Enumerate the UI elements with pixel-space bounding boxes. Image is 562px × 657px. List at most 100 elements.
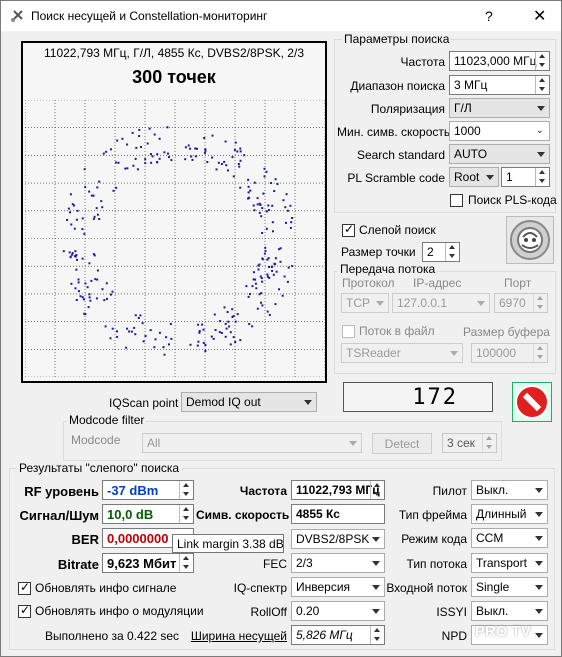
pilot-label: Пилот [432,484,467,498]
constellation-point [149,329,152,332]
constellation-point [261,280,264,283]
constellation-point [285,193,288,196]
buffer-spinner[interactable] [533,344,546,362]
constellation-point [167,152,169,155]
constellation-point [81,296,84,299]
modulation-select[interactable]: DVBS2/8PSK [291,529,385,549]
constellation-point [126,327,129,330]
constellation-point [252,204,255,207]
constellation-point [226,311,229,313]
pls-mode-select[interactable]: Root [449,167,499,187]
timer-input[interactable]: 3 сек [442,433,497,453]
constellation-point [233,148,236,151]
constellation-point [279,247,282,250]
constellation-point [81,257,84,260]
port-spinner[interactable] [533,294,546,312]
constellation-point [196,344,199,347]
constellation-point [247,295,250,298]
ip-select[interactable]: 127.0.0.1 [392,293,490,313]
update-mod-checkbox[interactable] [18,603,31,618]
pilot-select[interactable]: Выкл. [471,480,548,500]
pls-spinner[interactable] [535,168,548,186]
close-button[interactable]: ✕ [533,6,546,26]
constellation-point [70,223,73,226]
constellation-point [158,157,161,160]
constellation-point [206,161,209,163]
constellation-point [189,343,192,346]
bw-spinner[interactable] [370,626,383,644]
constellation-point [84,282,87,285]
timer-spinner[interactable] [482,434,495,452]
pls-search-label: Поиск PLS-кода [468,193,557,207]
blind-search-checkbox[interactable] [342,222,355,237]
code-label: Режим кода [401,532,467,546]
constellation-point [284,206,287,209]
min-sr-select[interactable]: 1000 ⌄ [449,121,550,141]
rf-spinner[interactable] [179,481,192,499]
constellation-point [261,304,264,307]
update-mod-label: Обновлять инфо о модуляции [35,604,204,618]
constellation-point [144,335,147,337]
iq-label: IQ-спектр [233,581,287,595]
snr-spinner[interactable] [179,505,192,523]
rolloff-select[interactable]: 0.20 [291,601,385,621]
constellation-point [67,207,70,210]
frequency-input[interactable]: 11023,000 МГц [449,51,550,71]
modcode-select[interactable]: All [142,433,362,453]
stop-button[interactable] [512,382,552,422]
constellation-point [83,168,86,171]
constellation-point [236,313,239,316]
range-input[interactable]: 3 МГц [449,75,550,95]
port-input[interactable]: 6970 [494,293,548,313]
chevron-down-icon [535,536,543,541]
constellation-point [218,331,221,334]
to-file-checkbox[interactable] [342,325,355,338]
point-size-input[interactable]: 2 [422,242,460,262]
stream-type-select[interactable]: Transport [471,553,548,573]
constellation-point [156,161,159,164]
reader-select[interactable]: TSReader [341,343,463,363]
frame-select[interactable]: Длинный [471,504,548,524]
iqscan-select[interactable]: Demod IQ out [181,392,317,412]
standard-select[interactable]: AUTO [449,144,550,164]
constellation-point [220,163,223,165]
pls-code-input[interactable]: 1 [501,167,550,187]
bitrate-spinner[interactable] [179,554,192,572]
constellation-point [69,256,72,259]
constellation-point [273,262,276,265]
constellation-point [194,147,197,150]
help-button[interactable]: ? [485,8,493,24]
polarization-select[interactable]: Г/Л [449,98,550,118]
point-size-spinner[interactable] [445,243,458,261]
constellation-point [132,164,135,167]
constellation-point [98,180,101,183]
constellation-point [258,263,261,266]
constellation-point [140,146,142,148]
range-spinner[interactable] [535,76,548,94]
protocol-select[interactable]: TCP [341,293,389,313]
frame-label: Тип фрейма [398,508,467,522]
blind-search-label: Слепой поиск [359,223,436,237]
pls-search-checkbox[interactable] [450,194,463,207]
fec-select[interactable]: 2/3 [291,553,385,573]
issyi-select[interactable]: Выкл. [471,601,548,621]
freq-spinner[interactable] [370,481,383,499]
title-bar: Поиск несущей и Constellation-мониторинг… [1,1,561,31]
code-select[interactable]: CCM [471,528,548,548]
constellation-point [75,299,78,301]
detect-button[interactable]: Detect [372,433,432,454]
constellation-point [281,294,284,297]
constellation-point [279,260,282,263]
constellation-point [121,137,124,140]
elapsed-time: Выполнено за 0.422 sec [45,629,180,643]
chevron-down-icon [537,152,545,157]
iqscan-label: IQScan point [109,396,179,410]
frequency-spinner[interactable] [535,52,548,70]
constellation-point [261,258,264,261]
bw-label[interactable]: Ширина несущей [181,629,287,643]
buffer-input[interactable]: 100000 [471,343,548,363]
input-stream-select[interactable]: Single [471,577,548,597]
update-signal-checkbox[interactable] [18,580,31,595]
iq-select[interactable]: Инверсия [291,577,385,597]
constellation-point [74,250,77,253]
